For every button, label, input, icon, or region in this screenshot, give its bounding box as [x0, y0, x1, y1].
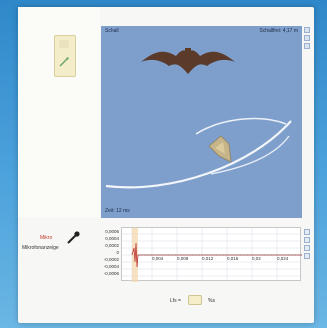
speed-unit: %s — [208, 298, 215, 304]
y-tick: 0 — [116, 250, 119, 255]
speed-label: Lfs = — [170, 298, 181, 304]
sim-controls — [304, 27, 311, 57]
microphone-icon[interactable] — [66, 231, 82, 245]
plot-grid — [122, 228, 302, 282]
zoom-in-button[interactable] — [304, 27, 310, 33]
scene — [105, 48, 292, 189]
x-tick: 0,016 — [227, 256, 239, 261]
x-tick: 0,024 — [277, 256, 289, 261]
palette-slot[interactable] — [59, 40, 69, 48]
y-tick: -0,0002 — [103, 257, 119, 262]
plot-pan-button[interactable] — [304, 245, 310, 251]
app-window: Schall Schallfrei: 4,17 m Zeit: 12 ms Mi… — [18, 7, 314, 323]
speed-input[interactable] — [188, 295, 202, 305]
waveform-plot[interactable]: 0,004 0,008 0,012 0,016 0,02 0,024 — [121, 227, 302, 282]
speed-control: Lfs = %s — [170, 295, 250, 307]
bat-icon — [141, 48, 235, 74]
moth-icon — [208, 135, 232, 163]
echo-wave-arc — [195, 117, 287, 135]
left-panel — [18, 7, 100, 217]
plot-reset-button[interactable] — [304, 253, 310, 259]
x-tick: 0,008 — [177, 256, 189, 261]
microphone-control[interactable]: Mikro Mikrofonanzeige — [20, 227, 90, 257]
pencil-icon — [59, 57, 69, 67]
plot-zoom-out-button[interactable] — [304, 237, 310, 243]
microphone-label: Mikrofonanzeige — [22, 245, 59, 251]
zoom-out-button[interactable] — [304, 35, 310, 41]
plot-controls — [304, 229, 311, 279]
reset-button[interactable] — [304, 43, 310, 49]
y-tick: 0,0002 — [105, 243, 119, 248]
simulation-canvas[interactable]: Schall Schallfrei: 4,17 m Zeit: 12 ms — [101, 26, 302, 218]
sound-wave-arc — [105, 120, 292, 189]
mic-caption: Mikro — [40, 235, 53, 241]
x-tick: 0,004 — [152, 256, 164, 261]
x-tick: 0,012 — [202, 256, 214, 261]
tool-palette[interactable] — [54, 35, 76, 77]
y-tick: 0,0006 — [105, 229, 119, 234]
y-tick: -0,0006 — [103, 271, 119, 276]
y-tick: 0,0004 — [105, 236, 119, 241]
plot-zoom-in-button[interactable] — [304, 229, 310, 235]
x-tick: 0,02 — [252, 256, 261, 261]
y-tick: -0,0004 — [103, 264, 119, 269]
time-readout: Zeit: 12 ms — [105, 208, 130, 214]
